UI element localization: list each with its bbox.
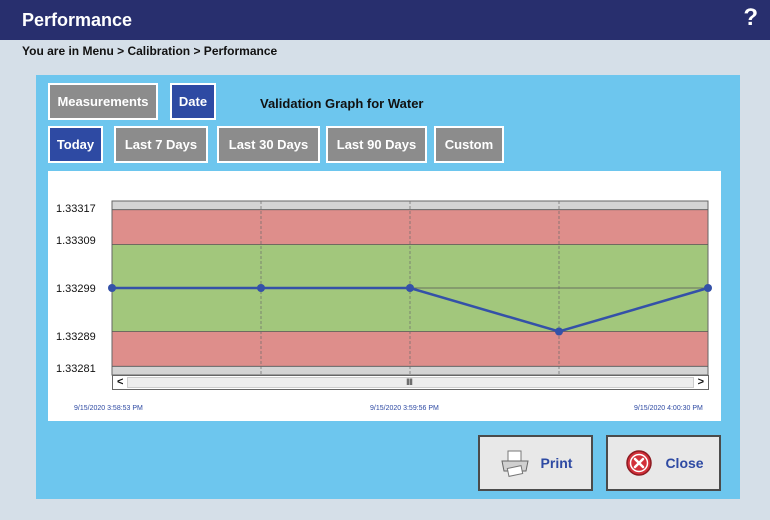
close-icon bbox=[623, 449, 655, 477]
data-point bbox=[406, 284, 414, 292]
data-point bbox=[257, 284, 265, 292]
data-point bbox=[108, 284, 116, 292]
chart-scrollbar[interactable]: < IIII > bbox=[112, 375, 709, 390]
y-tick-label: 1.33299 bbox=[56, 283, 96, 295]
y-tick-label: 1.33309 bbox=[56, 235, 96, 247]
graph-title: Validation Graph for Water bbox=[260, 96, 424, 111]
help-button[interactable]: ? bbox=[743, 4, 758, 32]
print-label: Print bbox=[540, 455, 573, 471]
x-tick-label: 9/15/2020 3:59:56 PM bbox=[370, 405, 439, 412]
today-button[interactable]: Today bbox=[48, 126, 103, 163]
print-button[interactable]: Print bbox=[478, 435, 593, 491]
measurements-button[interactable]: Measurements bbox=[48, 83, 158, 120]
graph-panel: Measurements Date Validation Graph for W… bbox=[36, 75, 740, 499]
close-label: Close bbox=[665, 455, 704, 471]
scroll-thumb[interactable]: IIII bbox=[127, 377, 694, 388]
date-button[interactable]: Date bbox=[170, 83, 216, 120]
printer-icon bbox=[499, 449, 531, 477]
y-tick-label: 1.33289 bbox=[56, 331, 96, 343]
last-90-days-button[interactable]: Last 90 Days bbox=[326, 126, 427, 163]
x-tick-label: 9/15/2020 3:58:53 PM bbox=[74, 405, 143, 412]
title-bar: Performance ? bbox=[0, 0, 770, 40]
y-tick-label: 1.33281 bbox=[56, 363, 96, 375]
close-button[interactable]: Close bbox=[606, 435, 721, 491]
last-7-days-button[interactable]: Last 7 Days bbox=[114, 126, 208, 163]
data-point bbox=[555, 327, 563, 336]
x-tick-label: 9/15/2020 4:00:30 PM bbox=[634, 405, 703, 412]
scroll-grip: IIII bbox=[406, 377, 413, 387]
data-point bbox=[704, 284, 712, 292]
breadcrumb: You are in Menu > Calibration > Performa… bbox=[22, 44, 278, 58]
scroll-right-arrow[interactable]: > bbox=[698, 376, 704, 389]
custom-button[interactable]: Custom bbox=[434, 126, 504, 163]
last-30-days-button[interactable]: Last 30 Days bbox=[217, 126, 320, 163]
y-tick-label: 1.33317 bbox=[56, 203, 96, 215]
window-title: Performance bbox=[22, 10, 133, 30]
validation-graph: 1.33317 1.33309 1.33299 1.33289 1.33281 … bbox=[48, 171, 721, 421]
scroll-left-arrow[interactable]: < bbox=[117, 376, 123, 389]
